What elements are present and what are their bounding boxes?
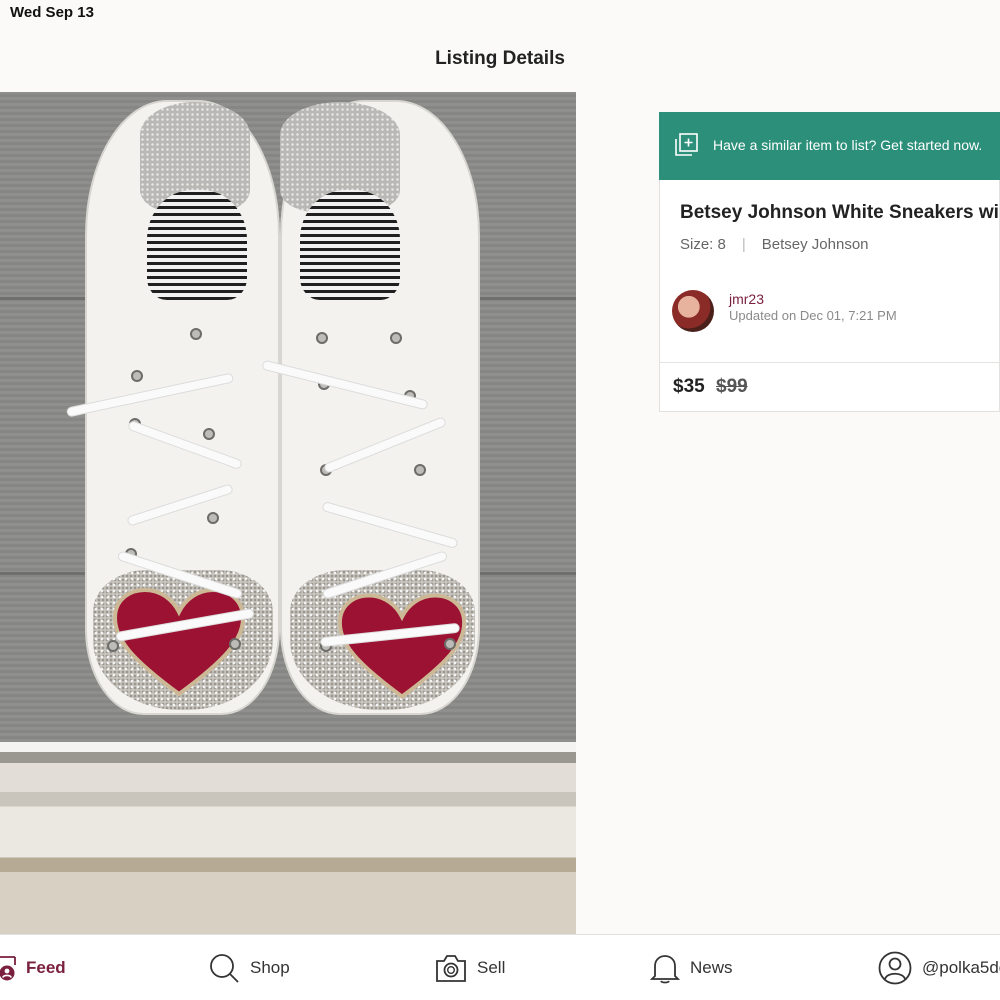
- search-icon: [210, 954, 239, 983]
- add-listing-icon: [675, 133, 698, 156]
- status-time: Wed Sep 13: [10, 4, 94, 21]
- banner-text: Have a similar item to list? Get started…: [713, 137, 983, 153]
- avatar[interactable]: [672, 290, 714, 332]
- tab-feed[interactable]: Feed: [0, 935, 66, 1000]
- listing-title: Betsey Johnson White Sneakers wit: [680, 202, 1000, 223]
- right-sneaker: [261, 100, 480, 715]
- bell-icon: [650, 955, 680, 984]
- listing-brand[interactable]: Betsey Johnson: [762, 236, 869, 253]
- tab-label: @polka5do: [922, 958, 1000, 977]
- tab-shop[interactable]: Shop: [208, 935, 290, 1000]
- tab-label: Sell: [477, 958, 506, 977]
- page-title: Listing Details: [435, 48, 565, 69]
- tab-profile[interactable]: @polka5do: [878, 935, 1000, 1000]
- tab-sell[interactable]: Sell: [435, 935, 505, 1000]
- bottom-tab-bar: Feed Shop Sell News @polka5do: [0, 934, 1000, 1000]
- listing-photo-second[interactable]: [0, 752, 576, 934]
- camera-icon: [436, 955, 466, 982]
- listing-size: Size: 8: [680, 236, 726, 253]
- listing-details-card: Betsey Johnson White Sneakers wit Size: …: [659, 180, 1000, 412]
- left-sneaker: [65, 100, 280, 715]
- listing-price: $35: [673, 376, 705, 397]
- tab-label: News: [690, 958, 733, 977]
- listing-photo-main[interactable]: [0, 92, 576, 742]
- card-divider: [660, 362, 999, 363]
- photo-gallery[interactable]: [0, 92, 615, 934]
- tab-news[interactable]: News: [650, 935, 733, 1000]
- listing-meta: Size: 8 | Betsey Johnson: [680, 236, 869, 253]
- feed-icon: [0, 956, 16, 981]
- tab-label: Shop: [250, 958, 290, 977]
- listing-updated-time: Updated on Dec 01, 7:21 PM: [729, 308, 897, 323]
- profile-icon: [878, 951, 912, 985]
- seller-username[interactable]: jmr23: [729, 291, 764, 307]
- original-price: $99: [716, 376, 748, 397]
- heart-patch-left: [113, 588, 245, 697]
- similar-item-banner[interactable]: Have a similar item to list? Get started…: [659, 112, 1000, 180]
- tab-label: Feed: [26, 958, 66, 977]
